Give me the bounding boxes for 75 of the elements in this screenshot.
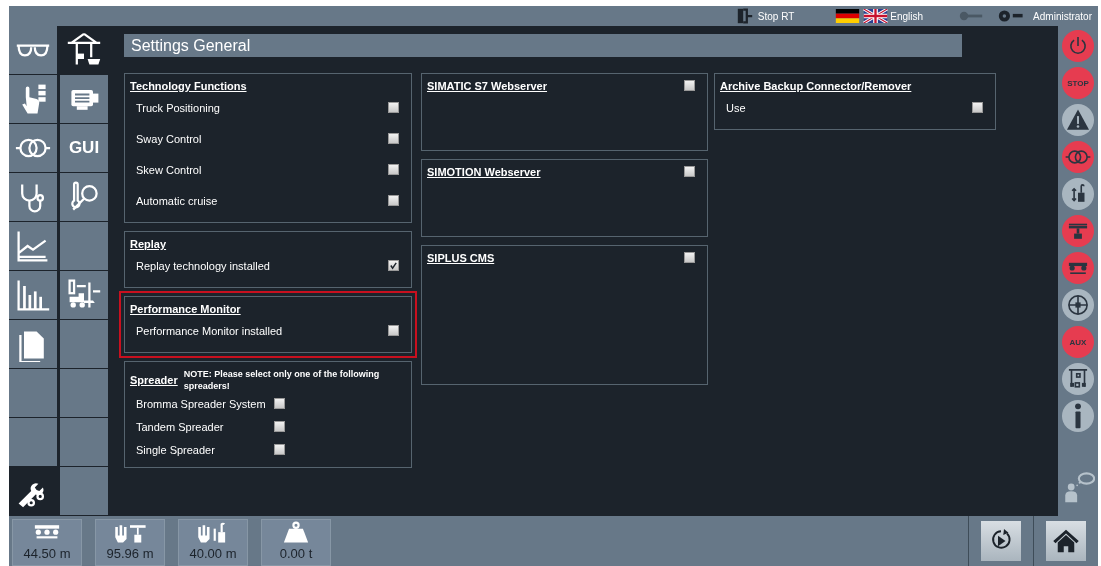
checkbox[interactable] [388,260,399,271]
panel-title: Technology Functions [130,80,247,92]
info-button[interactable] [1062,400,1094,432]
checkbox[interactable] [388,325,399,336]
reading-value: 44.50 m [23,546,71,561]
replay-button[interactable] [981,521,1021,561]
lever-button[interactable] [1062,178,1094,210]
reading-value: 95.96 m [106,546,154,561]
checkbox[interactable] [684,252,695,263]
nav-tile[interactable] [60,75,108,123]
option-label: Truck Positioning [136,101,220,114]
option-label: Automatic cruise [136,194,218,207]
checkbox[interactable] [388,195,399,206]
rotation-icon [1065,292,1091,318]
nav-tile[interactable] [9,75,57,123]
option-label: Performance Monitor installed [136,324,283,337]
panel-title: SIMATIC S7 Webserver [427,80,548,92]
user-label: Administrator [1033,10,1092,22]
nav-tile[interactable] [60,222,108,270]
nav-tile[interactable] [9,271,57,319]
option-label: Single Spreader [136,443,216,456]
stop-rt-link[interactable]: Stop RT [757,10,795,22]
checkbox[interactable] [274,398,285,409]
nav-tile[interactable] [9,222,57,270]
option-label: Bromma Spreader System [136,397,267,410]
panel-title: SIMOTION Webserver [427,166,541,178]
spreader-button[interactable] [1062,252,1094,284]
checkbox[interactable] [684,166,695,177]
info-icon [1074,403,1082,429]
option-label: Tandem Spreader [136,420,225,433]
nav-tile[interactable] [9,26,57,74]
spreader-button[interactable] [1062,215,1094,247]
nav-tile[interactable] [60,369,108,417]
page-title: Settings General [124,34,962,57]
checkbox[interactable] [972,102,983,113]
reading-value: 40.00 m [189,546,237,561]
checkbox[interactable] [388,102,399,113]
nav-tile[interactable]: GUI [60,124,108,172]
layout-button[interactable] [1062,363,1094,395]
option-label: Use [726,101,746,114]
stop-button[interactable]: STOP [1062,67,1094,99]
rotation-button[interactable] [1062,289,1094,321]
checkbox[interactable] [388,164,399,175]
reading-value: 0.00 t [279,546,313,561]
nav-tile[interactable] [9,124,57,172]
option-label: Replay technology installed [136,259,270,272]
checkbox[interactable] [274,421,285,432]
checkbox[interactable] [274,444,285,455]
option-label: Skew Control [136,163,202,176]
power-button[interactable] [1062,30,1094,62]
note-text: NOTE: Please select only one of the following spreaders! [183,368,381,392]
british-flag-icon[interactable] [862,9,890,23]
nav-tile[interactable] [9,173,57,221]
nav-tile[interactable] [60,467,108,515]
nav-tile[interactable] [60,271,108,319]
nav-tile[interactable] [9,418,57,466]
panel-title: Archive Backup Connector/Remover [720,80,912,92]
aux-button[interactable]: AUX [1062,326,1094,358]
checkbox[interactable] [388,133,399,144]
german-flag-icon[interactable] [834,9,862,23]
option-label: Sway Control [136,132,202,145]
nav-tile[interactable] [9,369,57,417]
language-label[interactable]: English [890,10,924,22]
nav-tile[interactable] [9,320,57,368]
panel-title: Spreader [130,374,178,386]
nav-tile[interactable] [60,320,108,368]
home-button[interactable] [1046,521,1086,561]
warning-button[interactable] [1062,104,1094,136]
panel-title: Performance Monitor [130,303,241,315]
panel-title: SIPLUS CMS [427,252,495,264]
checkbox[interactable] [684,80,695,91]
nav-tile[interactable] [60,418,108,466]
nav-tile[interactable] [60,173,108,221]
panel-title: Replay [130,238,167,250]
rings-button[interactable] [1062,141,1094,173]
